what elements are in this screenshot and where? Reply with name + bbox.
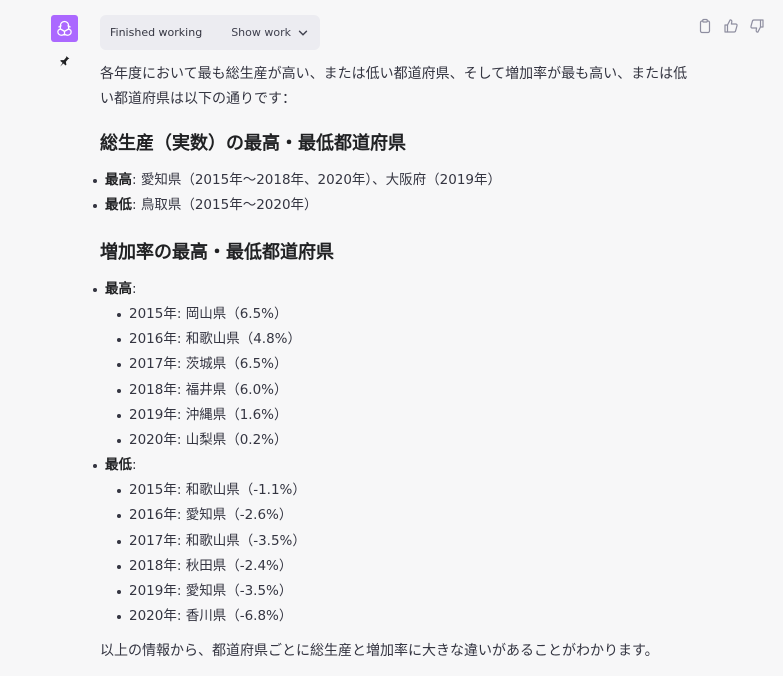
sublist-item: 2018年: 秋田県（-2.4%） <box>117 554 690 579</box>
growth-rate-list: 最高: 2015年: 岡山県（6.5%） 2016年: 和歌山県（4.8%） 2… <box>93 277 690 629</box>
sublist-item: 2015年: 岡山県（6.5%） <box>117 302 690 327</box>
sublist-item: 2018年: 福井県（6.0%） <box>117 378 690 403</box>
sublist-item: 2019年: 愛知県（-3.5%） <box>117 579 690 604</box>
total-production-list: 最高: 愛知県（2015年〜2018年、2020年）、大阪府（2019年） 最低… <box>93 168 690 218</box>
item-colon: : <box>132 281 137 297</box>
chat-message: Finished working Show work 各年度において最も総生産が… <box>0 0 783 676</box>
high-growth-sublist: 2015年: 岡山県（6.5%） 2016年: 和歌山県（4.8%） 2017年… <box>117 302 690 453</box>
sublist-item: 2017年: 和歌山県（-3.5%） <box>117 529 690 554</box>
item-text: : 鳥取県（2015年〜2020年） <box>132 197 318 213</box>
list-item-high: 最高: 2015年: 岡山県（6.5%） 2016年: 和歌山県（4.8%） 2… <box>93 277 690 453</box>
outro-text: 以上の情報から、都道府県ごとに総生産と増加率に大きな違いがあることがわかります。 <box>100 643 659 660</box>
sublist-item: 2016年: 和歌山県（4.8%） <box>117 327 690 352</box>
item-colon: : <box>132 457 137 474</box>
item-label: 最低 <box>105 197 132 213</box>
list-item: 最高: 愛知県（2015年〜2018年、2020年）、大阪府（2019年） <box>93 168 690 193</box>
sublist-item: 2020年: 山梨県（0.2%） <box>117 428 690 453</box>
show-work-label: Show work <box>231 26 291 39</box>
sublist-item: 2016年: 愛知県（-2.6%） <box>117 503 690 528</box>
list-item-low: 最低: 2015年: 和歌山県（-1.1%） 2016年: 愛知県（-2.6%）… <box>93 453 690 629</box>
work-status-box: Finished working Show work <box>100 15 320 50</box>
sublist-item: 2017年: 茨城県（6.5%） <box>117 352 690 377</box>
message-content: 各年度において最も総生産が高い、または低い都道府県、そして増加率が最も高い、また… <box>93 62 690 664</box>
openai-logo-icon <box>51 15 78 42</box>
sublist-item: 2020年: 香川県（-6.8%） <box>117 604 690 629</box>
message-actions <box>697 18 765 34</box>
item-label: 最低 <box>105 457 132 474</box>
section-heading-growth-rate: 増加率の最高・最低都道府県 <box>100 242 334 263</box>
sublist-item: 2015年: 和歌山県（-1.1%） <box>117 478 690 503</box>
work-status-label: Finished working <box>110 26 203 39</box>
item-label: 最高 <box>105 172 132 188</box>
sublist-item: 2019年: 沖縄県（1.6%） <box>117 403 690 428</box>
list-item: 最低: 鳥取県（2015年〜2020年） <box>93 193 690 218</box>
item-text: : 愛知県（2015年〜2018年、2020年）、大阪府（2019年） <box>132 172 502 188</box>
pin-icon[interactable] <box>57 54 71 68</box>
low-growth-sublist: 2015年: 和歌山県（-1.1%） 2016年: 愛知県（-2.6%） 201… <box>117 478 690 629</box>
thumbs-down-icon[interactable] <box>749 18 765 34</box>
chevron-down-icon <box>298 30 308 36</box>
intro-text: 各年度において最も総生産が高い、または低い都道府県、そして増加率が最も高い、また… <box>100 66 688 107</box>
show-work-button[interactable]: Show work <box>231 26 308 39</box>
thumbs-up-icon[interactable] <box>723 18 739 34</box>
item-label: 最高 <box>105 281 132 297</box>
clipboard-icon[interactable] <box>697 18 713 34</box>
section-heading-total-production: 総生産（実数）の最高・最低都道府県 <box>100 133 406 154</box>
